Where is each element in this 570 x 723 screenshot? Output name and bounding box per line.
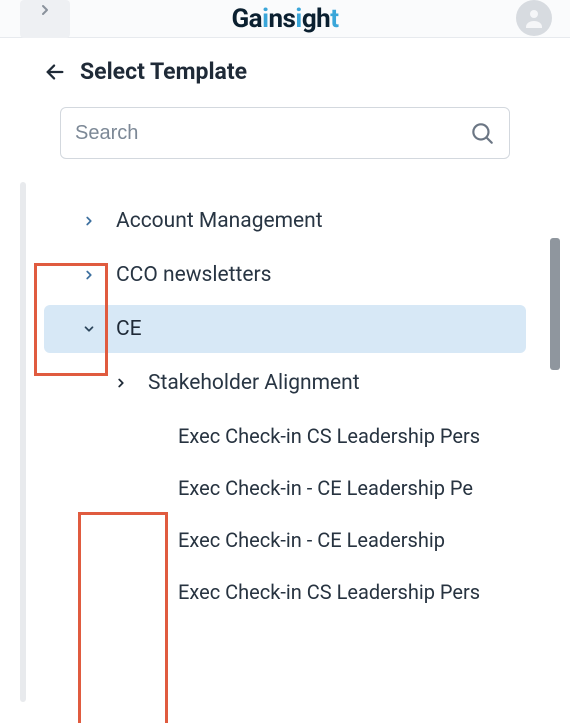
template-item-label: Exec Check-in - CE Leadership (178, 528, 445, 552)
search-box[interactable] (60, 107, 510, 159)
chevron-down-icon (80, 320, 98, 338)
tree-folder-label: Stakeholder Alignment (148, 371, 360, 395)
logo-segment: ns (268, 4, 295, 34)
panel-title-row: Select Template (0, 38, 570, 107)
search-input[interactable] (75, 122, 469, 145)
tree-template-item[interactable]: Exec Check-in - CE Leadership (18, 517, 552, 563)
user-icon (522, 6, 546, 30)
chevron-right-icon (37, 2, 53, 18)
back-button[interactable] (44, 61, 66, 83)
tree-template-item[interactable]: Exec Check-in - CE Leadership Pe (18, 465, 552, 511)
tree-template-item[interactable]: Exec Check-in CS Leadership Pers (18, 569, 552, 615)
chevron-right-icon (80, 212, 98, 230)
tree-folder-label: CE (116, 317, 142, 341)
search-icon (469, 120, 495, 146)
template-panel: Select Template Account Management CCO n… (0, 38, 570, 723)
logo-segment: gh (302, 4, 330, 34)
template-item-label: Exec Check-in - CE Leadership Pe (178, 476, 473, 500)
tree-folder-stakeholder-alignment[interactable]: Stakeholder Alignment (46, 359, 524, 407)
brand-logo: Gainsight (231, 4, 338, 34)
user-avatar[interactable] (516, 0, 552, 36)
logo-segment: Ga (231, 4, 262, 34)
arrow-left-icon (44, 61, 66, 83)
tree-template-item[interactable]: Exec Check-in CS Leadership Pers (18, 413, 552, 459)
tree-folder-label: CCO newsletters (116, 263, 271, 287)
logo-segment: t (330, 4, 338, 34)
tree-folder-label: Account Management (116, 209, 323, 233)
tree-folder-ce[interactable]: CE (44, 305, 526, 353)
tree-folder-cco-newsletters[interactable]: CCO newsletters (44, 251, 526, 299)
template-tree: Account Management CCO newsletters CE St… (0, 183, 570, 615)
top-bar: Gainsight (0, 0, 570, 38)
search-container (0, 107, 570, 183)
page-title: Select Template (80, 58, 247, 85)
topbar-back-button[interactable] (20, 0, 70, 38)
tree-folder-account-management[interactable]: Account Management (44, 197, 526, 245)
chevron-right-icon (112, 374, 130, 392)
template-item-label: Exec Check-in CS Leadership Pers (178, 424, 480, 448)
chevron-right-icon (80, 266, 98, 284)
template-item-label: Exec Check-in CS Leadership Pers (178, 580, 480, 604)
